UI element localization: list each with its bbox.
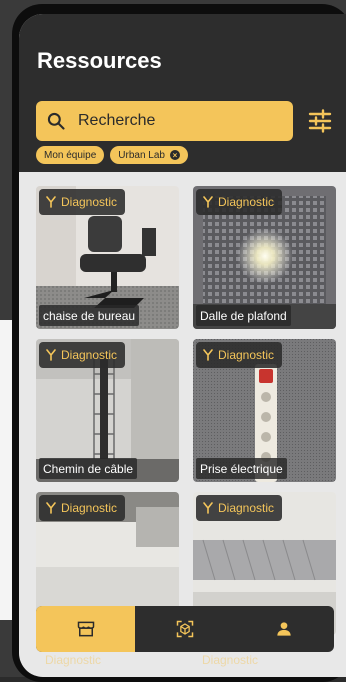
search-input[interactable]: Recherche: [78, 112, 155, 130]
close-icon[interactable]: ×: [169, 150, 180, 160]
filter-settings-icon[interactable]: [306, 108, 334, 134]
user-icon: [277, 622, 291, 636]
nav-resources[interactable]: [36, 606, 136, 652]
diagnostic-badge: Diagnostic: [39, 189, 126, 215]
search-bar[interactable]: Recherche: [36, 101, 293, 141]
resource-card[interactable]: Diagnostic Dalle de plafond: [193, 186, 336, 329]
diagnostic-icon: [46, 196, 56, 208]
filter-chips: Mon équipe Urban Lab ×: [36, 146, 188, 164]
badge-label: Diagnostic: [218, 348, 275, 362]
card-title: chaise de bureau: [39, 305, 140, 326]
chip-mon-equipe[interactable]: Mon équipe: [36, 146, 105, 164]
chip-urban-lab[interactable]: Urban Lab ×: [110, 146, 188, 164]
diagnostic-icon: [203, 349, 213, 361]
app-screen: Ressources Recherche Mon équipe Urban La…: [19, 14, 346, 677]
diagnostic-badge: Diagnostic: [196, 189, 283, 215]
resource-card[interactable]: Diagnostic Chemin de câble: [36, 339, 179, 482]
resource-card[interactable]: Diagnostic chaise de bureau: [36, 186, 179, 329]
diagnostic-icon: [46, 502, 56, 514]
diagnostic-badge: Diagnostic: [196, 342, 283, 368]
badge-label: Diagnostic: [218, 195, 275, 209]
badge-label: Diagnostic: [218, 501, 275, 515]
badge-label: Diagnostic: [61, 348, 118, 362]
scan-icon: [176, 620, 194, 638]
nav-scan[interactable]: [135, 606, 234, 652]
diagnostic-badge: Diagnostic: [196, 495, 283, 521]
app-header: Ressources Recherche Mon équipe Urban La…: [19, 14, 346, 172]
page-title: Ressources: [37, 48, 162, 73]
chip-label: Urban Lab: [118, 149, 165, 161]
diagnostic-badge: Diagnostic: [39, 495, 126, 521]
diagnostic-icon: [203, 196, 213, 208]
peek-badge-left: Diagnostic: [45, 653, 102, 667]
card-title: Chemin de câble: [39, 458, 138, 479]
diagnostic-icon: [46, 349, 56, 361]
bottom-nav: [36, 606, 334, 652]
diagnostic-badge: Diagnostic: [39, 342, 126, 368]
store-icon: [77, 621, 94, 637]
badge-label: Diagnostic: [61, 195, 118, 209]
search-icon: [47, 112, 65, 130]
card-title: Prise électrique: [196, 458, 287, 479]
chip-label: Mon équipe: [44, 149, 97, 161]
nav-profile[interactable]: [235, 606, 334, 652]
card-title: Dalle de plafond: [196, 305, 291, 326]
resource-card[interactable]: Diagnostic Prise électrique: [193, 339, 336, 482]
peek-badge-right: Diagnostic: [202, 653, 259, 667]
diagnostic-icon: [203, 502, 213, 514]
badge-label: Diagnostic: [61, 501, 118, 515]
